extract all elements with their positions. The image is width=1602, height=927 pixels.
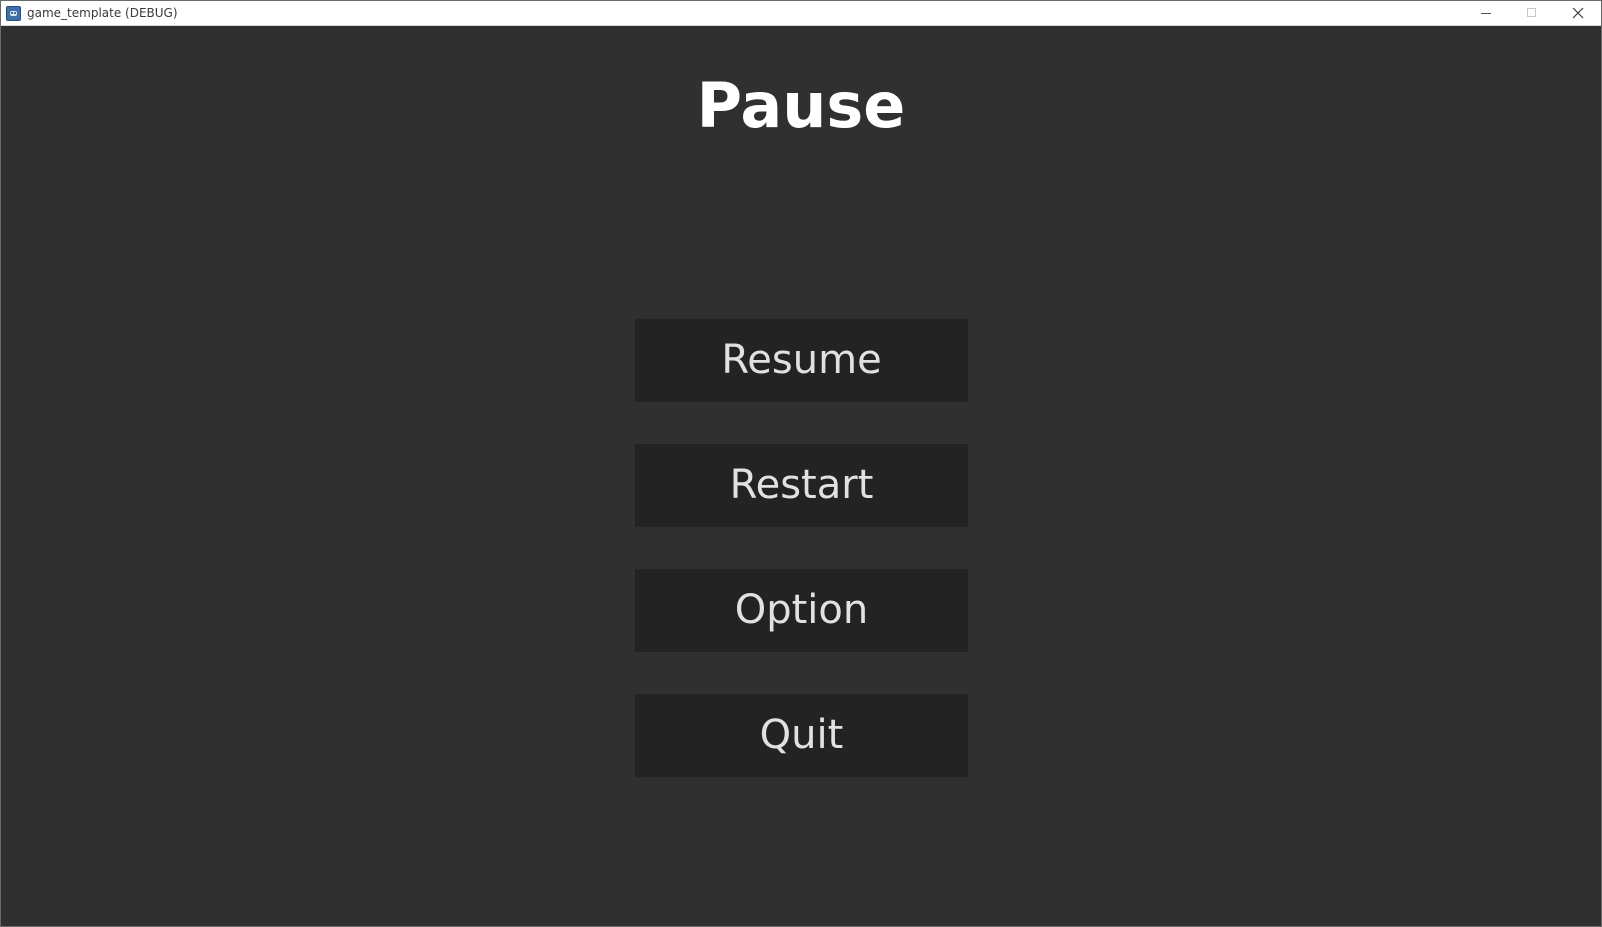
pause-menu: Resume Restart Option Quit bbox=[635, 319, 968, 777]
maximize-icon[interactable] bbox=[1509, 1, 1555, 26]
game-window: game_template (DEBUG) Pause Resume Resta… bbox=[0, 0, 1602, 927]
quit-button[interactable]: Quit bbox=[635, 694, 968, 777]
option-button[interactable]: Option bbox=[635, 569, 968, 652]
minimize-icon[interactable] bbox=[1463, 1, 1509, 26]
godot-engine-icon bbox=[6, 6, 21, 21]
game-viewport: Pause Resume Restart Option Quit bbox=[1, 26, 1601, 926]
pause-title: Pause bbox=[696, 69, 906, 142]
window-titlebar[interactable]: game_template (DEBUG) bbox=[1, 1, 1601, 26]
window-title: game_template (DEBUG) bbox=[27, 6, 178, 20]
resume-button[interactable]: Resume bbox=[635, 319, 968, 402]
window-controls bbox=[1463, 1, 1601, 26]
restart-button[interactable]: Restart bbox=[635, 444, 968, 527]
close-icon[interactable] bbox=[1555, 1, 1601, 26]
